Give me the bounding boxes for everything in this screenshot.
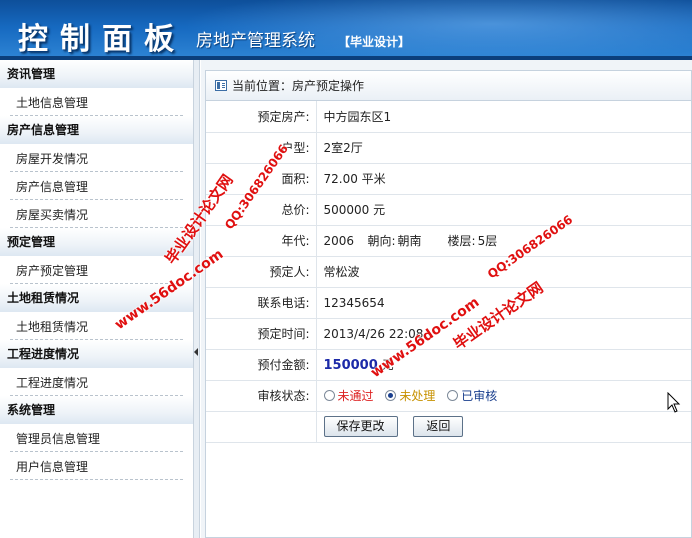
floor-value: 5层: [477, 234, 498, 248]
back-button[interactable]: 返回: [413, 416, 464, 437]
status-approved-label[interactable]: 已审核: [461, 389, 497, 403]
sidebar-group-property[interactable]: 房产信息管理: [0, 116, 193, 144]
house-value: 中方园东区1: [316, 101, 691, 133]
status-label: 审核状态:: [206, 380, 317, 412]
year-value: 2006: [323, 234, 355, 248]
status-rejected-label[interactable]: 未通过: [338, 389, 374, 403]
sidebar-group-news[interactable]: 资讯管理: [0, 60, 193, 88]
sidebar: 资讯管理 土地信息管理 房产信息管理 房屋开发情况 房产信息管理 房屋买卖情况 …: [0, 60, 193, 538]
header-title: 控制面板: [18, 22, 186, 57]
form-panel: 当前位置：房产预定操作 预定房产: 中方园东区1 户型: 2室2厅 面积: 72…: [205, 70, 692, 538]
form-row-person: 预定人: 常松波: [206, 256, 691, 288]
breadcrumb-text: 当前位置：房产预定操作: [232, 79, 365, 93]
form-row-actions: 保存更改 返回: [206, 411, 691, 443]
form-row-price: 总价: 500000 元: [206, 194, 691, 226]
window-icon: [215, 80, 227, 91]
form-row-status: 审核状态: 未通过 未处理 已审核: [206, 380, 691, 412]
header-tag: 【毕业设计】: [338, 35, 411, 49]
header-subtitle: 房地产管理系统: [196, 31, 315, 51]
form-row-year: 年代: 2006 朝向: 朝南 楼层: 5层: [206, 225, 691, 257]
type-value: 2室2厅: [316, 132, 691, 164]
deposit-cell: 150000 元: [316, 349, 691, 381]
status-approved-radio[interactable]: [447, 390, 459, 401]
form-row-deposit: 预付金额: 150000 元: [206, 349, 691, 381]
price-value: 500000 元: [316, 194, 691, 226]
deposit-value: 150000: [323, 358, 378, 373]
actions-spacer: [206, 411, 317, 443]
sidebar-item-house-trading[interactable]: 房屋买卖情况: [10, 200, 183, 228]
status-pending-label[interactable]: 未处理: [399, 389, 435, 403]
form-row-type: 户型: 2室2厅: [206, 132, 691, 164]
form-row-house: 预定房产: 中方园东区1: [206, 101, 691, 133]
form-row-area: 面积: 72.00 平米: [206, 163, 691, 195]
status-radio-group: 未通过 未处理 已审核: [316, 380, 691, 412]
header-banner: 控制面板 房地产管理系统 【毕业设计】: [0, 0, 692, 60]
type-label: 户型:: [206, 132, 317, 164]
time-value: 2013/4/26 22:08: [316, 318, 691, 350]
deposit-unit: 元: [381, 358, 394, 372]
status-pending-radio[interactable]: [385, 390, 397, 401]
year-row-values: 2006 朝向: 朝南 楼层: 5层: [316, 225, 691, 257]
sidebar-group-booking[interactable]: 预定管理: [0, 228, 193, 256]
status-rejected-radio[interactable]: [323, 390, 335, 401]
person-label: 预定人:: [206, 256, 317, 288]
sidebar-item-property-booking[interactable]: 房产预定管理: [10, 256, 183, 284]
sidebar-item-land-info[interactable]: 土地信息管理: [10, 88, 183, 116]
booking-form: 预定房产: 中方园东区1 户型: 2室2厅 面积: 72.00 平米 总价: 5…: [206, 101, 691, 443]
collapse-arrow-icon[interactable]: [194, 348, 198, 356]
sidebar-item-user-info[interactable]: 用户信息管理: [10, 452, 183, 480]
main-content: 当前位置：房产预定操作 预定房产: 中方园东区1 户型: 2室2厅 面积: 72…: [201, 60, 692, 538]
deposit-label: 预付金额:: [206, 349, 317, 381]
save-button[interactable]: 保存更改: [323, 416, 398, 437]
sidebar-item-admin-info[interactable]: 管理员信息管理: [10, 424, 183, 452]
year-label: 年代:: [206, 225, 317, 257]
sidebar-item-progress[interactable]: 工程进度情况: [10, 368, 183, 396]
sidebar-group-system[interactable]: 系统管理: [0, 396, 193, 424]
form-row-time: 预定时间: 2013/4/26 22:08: [206, 318, 691, 350]
mouse-cursor-icon: [667, 392, 681, 413]
breadcrumb: 当前位置：房产预定操作: [206, 71, 691, 101]
sidebar-item-land-lease[interactable]: 土地租赁情况: [10, 312, 183, 340]
phone-value: 12345654: [316, 287, 691, 319]
orientation-value: 朝南: [397, 234, 422, 248]
actions-cell: 保存更改 返回: [316, 411, 691, 443]
person-value: 常松波: [316, 256, 691, 288]
area-label: 面积:: [206, 163, 317, 195]
area-value: 72.00 平米: [316, 163, 691, 195]
sidebar-splitter[interactable]: [193, 60, 200, 538]
time-label: 预定时间:: [206, 318, 317, 350]
form-row-phone: 联系电话: 12345654: [206, 287, 691, 319]
floor-label: 楼层:: [447, 234, 476, 248]
house-label: 预定房产:: [206, 101, 317, 133]
orientation-label: 朝向:: [367, 234, 396, 248]
sidebar-group-land-lease[interactable]: 土地租赁情况: [0, 284, 193, 312]
price-label: 总价:: [206, 194, 317, 226]
phone-label: 联系电话:: [206, 287, 317, 319]
sidebar-group-progress[interactable]: 工程进度情况: [0, 340, 193, 368]
sidebar-item-house-development[interactable]: 房屋开发情况: [10, 144, 183, 172]
sidebar-item-property-info[interactable]: 房产信息管理: [10, 172, 183, 200]
